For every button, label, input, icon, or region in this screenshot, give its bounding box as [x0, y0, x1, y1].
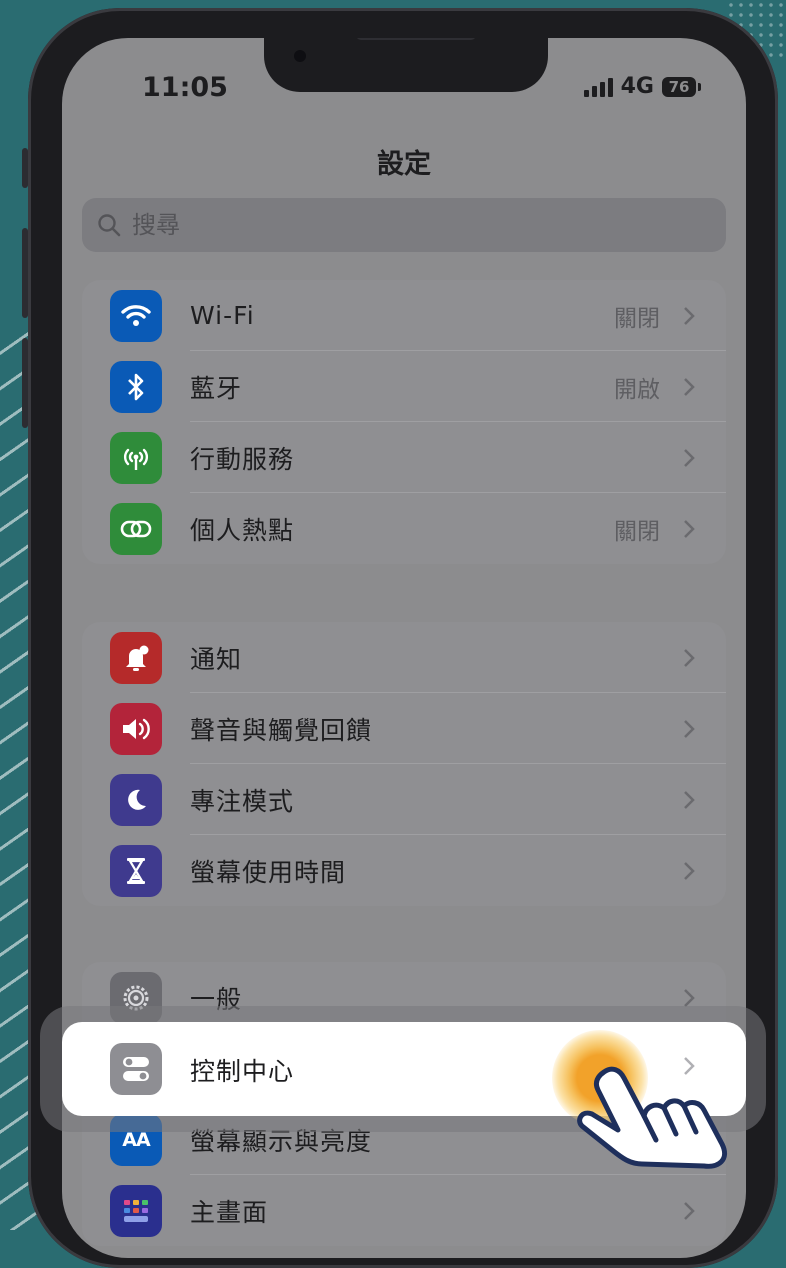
chevron-right-icon	[684, 648, 695, 667]
notification-bell-icon	[110, 631, 162, 684]
settings-row-notifications[interactable]: 通知	[82, 622, 726, 693]
volume-up-button	[22, 228, 28, 318]
chevron-right-icon	[684, 861, 695, 880]
home-grid-icon	[110, 1184, 162, 1237]
home-screen-label: 主畫面	[190, 1197, 269, 1227]
bluetooth-label: 藍牙	[190, 373, 243, 403]
chevron-right-icon	[684, 519, 695, 538]
bluetooth-status: 開啟	[614, 376, 660, 403]
chevron-right-icon	[684, 448, 695, 467]
chevron-right-icon	[684, 719, 695, 738]
settings-row-focus[interactable]: 專注模式	[82, 764, 726, 835]
settings-row-hotspot[interactable]: 個人熱點 關閉	[82, 493, 726, 564]
screen-time-label: 螢幕使用時間	[190, 857, 347, 887]
notifications-label: 通知	[190, 644, 243, 674]
search-input[interactable]	[130, 210, 634, 240]
cellular-label: 行動服務	[190, 444, 295, 474]
battery-icon: 76	[662, 76, 701, 97]
chevron-right-icon	[684, 790, 695, 809]
settings-row-wifi[interactable]: Wi-Fi 關閉	[82, 280, 726, 351]
settings-group-connectivity: Wi-Fi 關閉 藍牙 開啟 行動服務 個人熱點 關閉	[82, 280, 726, 564]
hotspot-label: 個人熱點	[190, 515, 295, 545]
earpiece-speaker	[356, 38, 476, 40]
search-icon	[98, 214, 121, 237]
settings-row-sounds[interactable]: 聲音與觸覺回饋	[82, 693, 726, 764]
settings-row-bluetooth[interactable]: 藍牙 開啟	[82, 351, 726, 422]
page-title: 設定	[377, 149, 431, 180]
wifi-icon	[110, 289, 162, 342]
status-time: 11:05	[142, 72, 228, 103]
network-type: 4G	[620, 74, 654, 99]
settings-group-notifications: 通知 聲音與觸覺回饋 專注模式 螢幕使用時間	[82, 622, 726, 906]
front-camera	[294, 50, 306, 62]
chevron-right-icon	[684, 377, 695, 396]
pointing-hand-icon	[577, 1066, 728, 1169]
cellular-signal-icon	[583, 77, 613, 97]
settings-row-cellular[interactable]: 行動服務	[82, 422, 726, 493]
hotspot-status: 關閉	[614, 518, 660, 545]
wifi-label: Wi-Fi	[190, 301, 255, 330]
toggles-icon	[110, 1043, 162, 1095]
control-center-label: 控制中心	[190, 1057, 295, 1086]
speaker-icon	[110, 702, 162, 755]
mute-switch	[22, 148, 28, 188]
volume-down-button	[22, 338, 28, 428]
sounds-label: 聲音與觸覺回饋	[190, 715, 373, 745]
bluetooth-icon	[110, 360, 162, 413]
chevron-right-icon	[684, 306, 695, 325]
moon-icon	[110, 773, 162, 826]
antenna-icon	[110, 431, 162, 484]
status-indicators: 4G 76	[583, 74, 701, 99]
focus-label: 專注模式	[190, 786, 295, 816]
search-bar[interactable]	[82, 198, 726, 252]
settings-row-screen-time[interactable]: 螢幕使用時間	[82, 835, 726, 906]
hotspot-icon	[110, 502, 162, 555]
hourglass-icon	[110, 844, 162, 897]
chevron-right-icon	[684, 1201, 695, 1220]
notch	[264, 38, 548, 92]
settings-row-home-screen[interactable]: 主畫面	[82, 1175, 726, 1246]
wifi-status: 關閉	[614, 305, 660, 332]
